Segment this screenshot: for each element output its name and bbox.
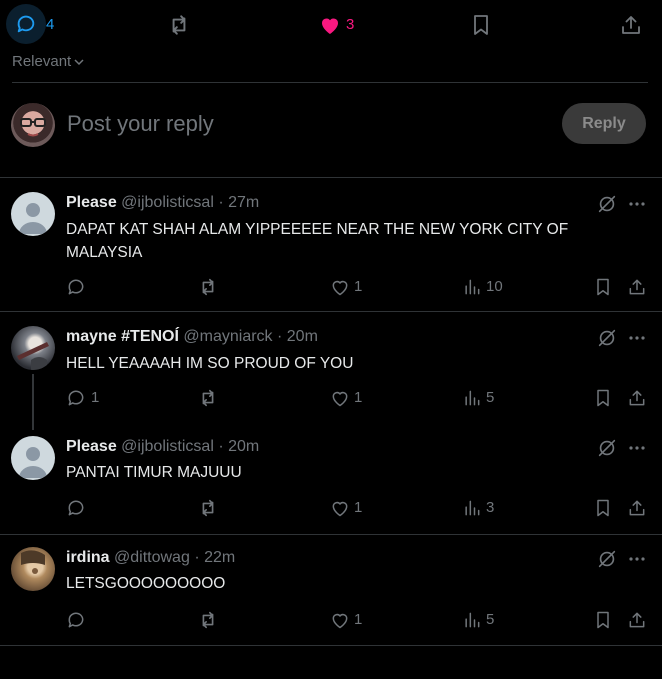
reply-button[interactable] <box>6 4 46 44</box>
heart-icon[interactable] <box>330 498 350 518</box>
grok-icon[interactable] <box>596 548 618 570</box>
like-count: 1 <box>354 389 363 406</box>
user-photo-avatar[interactable] <box>11 547 55 591</box>
author-name[interactable]: Please <box>66 194 117 211</box>
sort-label: Relevant <box>12 52 72 70</box>
separator-dot: · <box>194 549 200 566</box>
reply-icon[interactable] <box>66 498 86 518</box>
thread-line <box>32 374 34 430</box>
author-handle[interactable]: @ijbolisticsal <box>121 438 214 455</box>
like-count: 1 <box>354 611 363 628</box>
grok-icon[interactable] <box>596 193 618 215</box>
timestamp[interactable]: 27m <box>228 194 259 211</box>
heart-icon[interactable] <box>330 388 350 408</box>
like-count: 3 <box>346 16 355 33</box>
reply-count: 1 <box>91 389 100 406</box>
views-count: 10 <box>486 278 503 295</box>
views-icon[interactable] <box>462 610 482 630</box>
repost-icon[interactable] <box>166 12 192 38</box>
reply-item[interactable]: Please @ijbolisticsal · 27m DAPAT KAT SH… <box>0 178 662 311</box>
timestamp[interactable]: 22m <box>204 549 235 566</box>
author-handle[interactable]: @dittowag <box>114 549 190 566</box>
repost-icon[interactable] <box>197 387 219 409</box>
user-photo-avatar[interactable] <box>11 326 55 370</box>
repost-icon[interactable] <box>197 276 219 298</box>
share-icon[interactable] <box>627 388 647 408</box>
like-count: 1 <box>354 499 363 516</box>
reply-text: HELL YEAAAAH IM SO PROUD OF YOU <box>66 355 354 372</box>
repost-icon[interactable] <box>197 497 219 519</box>
reply-count: 4 <box>46 16 55 33</box>
sort-dropdown[interactable]: Relevant <box>12 51 85 71</box>
reply-icon[interactable] <box>66 277 86 297</box>
repost-icon[interactable] <box>197 609 219 631</box>
separator-dot: · <box>218 438 224 455</box>
reply-text: PANTAI TIMUR MAJUUU <box>66 464 242 481</box>
views-icon[interactable] <box>462 277 482 297</box>
share-icon[interactable] <box>627 498 647 518</box>
user-avatar[interactable] <box>11 103 55 147</box>
grok-icon[interactable] <box>596 327 618 349</box>
reply-submit-button[interactable]: Reply <box>562 103 646 144</box>
views-count: 5 <box>486 389 495 406</box>
like-count: 1 <box>354 278 363 295</box>
author-name[interactable]: irdina <box>66 549 110 566</box>
reply-item[interactable]: irdina @dittowag · 22m LETSGOOOOOOOOO 1 … <box>0 535 662 645</box>
separator-dot: · <box>218 194 224 211</box>
author-handle[interactable]: @mayniarck <box>183 328 272 345</box>
share-icon[interactable] <box>627 610 647 630</box>
heart-icon[interactable] <box>330 610 350 630</box>
timestamp[interactable]: 20m <box>287 328 318 345</box>
more-icon[interactable] <box>627 194 647 214</box>
separator-dot: · <box>277 328 283 345</box>
views-icon[interactable] <box>462 388 482 408</box>
more-icon[interactable] <box>627 549 647 569</box>
views-count: 5 <box>486 611 495 628</box>
reply-icon <box>17 15 35 33</box>
author-name[interactable]: mayne #TENOÍ <box>66 328 179 345</box>
reply-icon[interactable] <box>66 388 86 408</box>
views-count: 3 <box>486 499 495 516</box>
default-avatar[interactable] <box>11 192 55 236</box>
reply-icon[interactable] <box>66 610 86 630</box>
default-avatar[interactable] <box>11 436 55 480</box>
reply-item[interactable]: mayne #TENOÍ @mayniarck · 20m HELL YEAAA… <box>0 312 662 430</box>
bookmark-icon[interactable] <box>593 498 613 518</box>
author-name[interactable]: Please <box>66 438 117 455</box>
more-icon[interactable] <box>627 328 647 348</box>
reply-input[interactable]: Post your reply <box>67 111 214 137</box>
reply-composer: Post your reply Reply <box>0 83 662 177</box>
bookmark-icon[interactable] <box>469 13 493 37</box>
grok-icon[interactable] <box>596 437 618 459</box>
bookmark-icon[interactable] <box>593 277 613 297</box>
more-icon[interactable] <box>627 438 647 458</box>
heart-filled-icon[interactable] <box>318 13 342 37</box>
bookmark-icon[interactable] <box>593 388 613 408</box>
share-icon[interactable] <box>619 13 643 37</box>
reply-text: DAPAT KAT SHAH ALAM YIPPEEEEE NEAR THE N… <box>66 221 569 261</box>
reply-submit-label: Reply <box>582 114 626 132</box>
views-icon[interactable] <box>462 498 482 518</box>
heart-icon[interactable] <box>330 277 350 297</box>
author-handle[interactable]: @ijbolisticsal <box>121 194 214 211</box>
share-icon[interactable] <box>627 277 647 297</box>
reply-text: LETSGOOOOOOOOO <box>66 575 226 592</box>
timestamp[interactable]: 20m <box>228 438 259 455</box>
bookmark-icon[interactable] <box>593 610 613 630</box>
post-action-bar: 4 3 <box>0 0 662 50</box>
chevron-down-icon <box>74 59 84 66</box>
divider <box>0 645 662 646</box>
reply-item[interactable]: Please @ijbolisticsal · 20m PANTAI TIMUR… <box>0 424 662 534</box>
